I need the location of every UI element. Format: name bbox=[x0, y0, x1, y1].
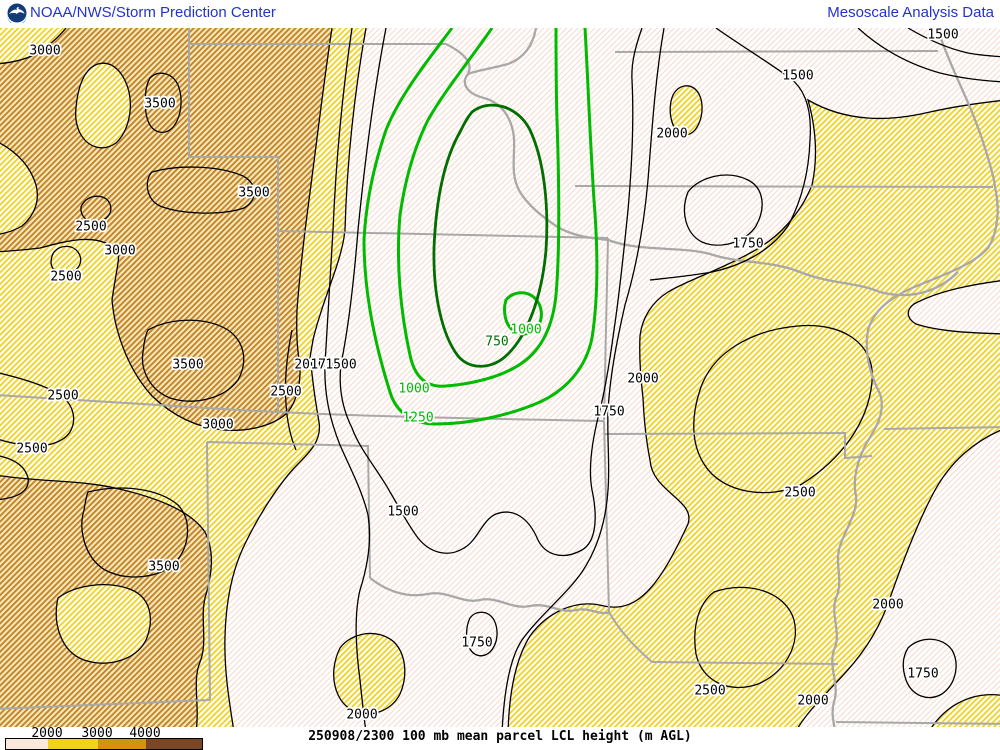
contour-label-2000: 2000 bbox=[797, 694, 828, 709]
contour-label-2000: 2000 bbox=[346, 708, 377, 723]
contour-label-3500: 3500 bbox=[144, 97, 175, 112]
contour-label-1750: 1750 bbox=[732, 237, 763, 252]
contour-label-1250: 1250 bbox=[402, 411, 433, 426]
contour-label-2000: 2000 bbox=[872, 598, 903, 613]
site-title-link[interactable]: NOAA/NWS/Storm Prediction Center bbox=[30, 4, 276, 21]
contour-label-1500: 1500 bbox=[325, 358, 356, 373]
mesoanalysis-link[interactable]: Mesoscale Analysis Data bbox=[827, 4, 994, 21]
contour-label-2500: 2500 bbox=[784, 486, 815, 501]
contour-label-2500: 2500 bbox=[16, 442, 47, 457]
contour-label-1500: 1500 bbox=[927, 28, 958, 43]
contour-label-1750: 1750 bbox=[593, 405, 624, 420]
contour-label-1500: 1500 bbox=[782, 69, 813, 84]
legend-tick-4000: 4000 bbox=[129, 726, 160, 741]
contour-label-2500: 2500 bbox=[75, 220, 106, 235]
contour-label-750: 750 bbox=[485, 335, 508, 350]
contour-label-3000: 3000 bbox=[202, 418, 233, 433]
fill-yellow-pocket-nw bbox=[76, 63, 131, 148]
contour-label-3500: 3500 bbox=[148, 560, 179, 575]
legend-tick-2000: 2000 bbox=[31, 726, 62, 741]
fill-yellow-oval-south bbox=[334, 633, 405, 714]
contour-label-3500: 3500 bbox=[172, 358, 203, 373]
footer-bar: 250908/2300 100 mb mean parcel LCL heigh… bbox=[0, 727, 1000, 750]
contour-label-1000: 1000 bbox=[510, 323, 541, 338]
contour-label-2500: 2500 bbox=[50, 270, 81, 285]
contour-label-2000: 2000 bbox=[627, 372, 658, 387]
contour-label-2500: 2500 bbox=[694, 684, 725, 699]
contour-label-2500: 2500 bbox=[47, 389, 78, 404]
mesoanalysis-map: 3000 3500 3500 2500 3000 2500 3500 2500 3000 2500… bbox=[0, 28, 1000, 728]
contour-label-3500: 3500 bbox=[238, 186, 269, 201]
contour-label-3000: 3000 bbox=[29, 44, 60, 59]
legend-tick-3000: 3000 bbox=[81, 726, 112, 741]
contour-label-3000: 3000 bbox=[104, 244, 135, 259]
contour-label-1500: 1500 bbox=[387, 505, 418, 520]
contour-label-1000: 1000 bbox=[398, 382, 429, 397]
header-bar: NOAA/NWS/Storm Prediction Center Mesosca… bbox=[0, 0, 1000, 28]
contour-label-2500: 2500 bbox=[270, 385, 301, 400]
contour-label-2000: 2000 bbox=[656, 127, 687, 142]
noaa-logo-icon bbox=[7, 3, 27, 23]
contour-label-1750: 1750 bbox=[907, 667, 938, 682]
fill-yellow-pocket-sw bbox=[56, 585, 150, 663]
contour-label-1750: 1750 bbox=[461, 636, 492, 651]
contour-map-svg: 3000 3500 3500 2500 3000 2500 3500 2500 3000 2500… bbox=[0, 28, 1000, 728]
border-ia-mo bbox=[575, 186, 993, 187]
